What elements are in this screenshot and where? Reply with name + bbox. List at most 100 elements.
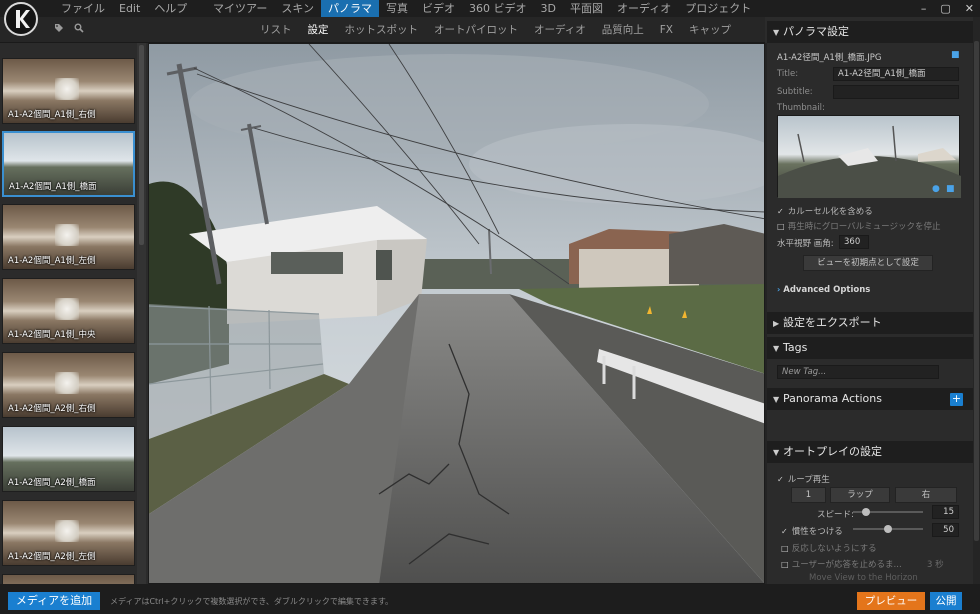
close-button[interactable]: ✕	[965, 0, 974, 17]
panorama-subtabs: リスト 設定 ホットスポット オートパイロット オーディオ 品質向上 FX キャ…	[252, 17, 739, 43]
panorama-settings-header[interactable]: ▼ パノラマ設定	[767, 21, 973, 43]
fov-input[interactable]: 360	[839, 235, 869, 249]
folder-icon[interactable]: ■	[946, 184, 955, 194]
export-settings-header[interactable]: ▶ 設定をエクスポート	[767, 312, 973, 334]
panorama-thumbnail[interactable]: A1-A2個間_A1側_右側	[2, 58, 135, 124]
search-icon[interactable]	[74, 23, 84, 33]
panorama-actions-header[interactable]: ▼ Panorama Actions	[767, 388, 973, 410]
slider-knob[interactable]	[862, 508, 871, 516]
stop-seconds-field[interactable]: 3 秒	[927, 558, 944, 570]
subtab-list[interactable]: リスト	[252, 17, 300, 43]
no-react-label: 反応しないようにする	[791, 544, 877, 554]
subtitle-input[interactable]	[833, 85, 959, 99]
move-to-horizon-label: Move View to the Horizon	[809, 573, 918, 583]
scrollbar-thumb[interactable]	[139, 45, 144, 245]
menu-edit[interactable]: Edit	[112, 0, 147, 17]
tab-audio[interactable]: オーディオ	[610, 0, 678, 17]
add-action-button[interactable]: +	[950, 393, 963, 406]
subtab-fx[interactable]: FX	[652, 17, 681, 43]
panorama-thumbnail[interactable]: A1-A2個間_A2側_右側	[2, 352, 135, 418]
hint-text: メディアはCtrl+クリックで複数選択ができ、ダブルクリックで編集できます。	[110, 597, 394, 606]
panorama-thumbnail[interactable]: A1-A2個間_A2側_橋面	[2, 426, 135, 492]
advanced-options-label: Advanced Options	[783, 285, 871, 295]
subtab-cap[interactable]: キャップ	[681, 17, 739, 43]
inertia-slider[interactable]	[853, 525, 923, 533]
menu-help[interactable]: ヘルプ	[147, 0, 194, 17]
tab-panorama[interactable]: パノラマ	[321, 0, 380, 17]
no-react-checkbox[interactable]: □ 反応しないようにする	[781, 542, 877, 554]
slider-knob[interactable]	[884, 525, 892, 533]
panorama-thumbnail[interactable]: A1-A2個間_A1側_中央	[2, 278, 135, 344]
inertia-input[interactable]: 50	[932, 523, 959, 537]
autoplay-header[interactable]: ▼ オートプレイの設定	[767, 441, 973, 463]
tab-360-video[interactable]: 360 ビデオ	[462, 0, 534, 17]
minimize-button[interactable]: –	[921, 0, 927, 17]
folder-icon[interactable]: ■	[951, 50, 960, 60]
subtab-autopilot[interactable]: オートパイロット	[426, 17, 526, 43]
tab-photo[interactable]: 写真	[379, 0, 415, 17]
thumbnail-caption: A1-A2個間_A2側_右側	[8, 404, 96, 414]
set-initial-view-button[interactable]: ビューを初期点として設定	[803, 255, 933, 271]
check-icon: ✓	[781, 527, 788, 536]
preview-button[interactable]: プレビュー	[857, 592, 925, 610]
thumbnail-scrollbar[interactable]	[137, 43, 146, 584]
panorama-thumbnail[interactable]: A1-A2個間_A1側_左側	[2, 204, 135, 270]
sub-toolbar-icons	[54, 23, 84, 33]
advanced-options-toggle[interactable]: › Advanced Options	[777, 285, 870, 295]
camera-icon[interactable]: ●	[932, 184, 940, 194]
speed-input[interactable]: 15	[932, 505, 959, 519]
sub-toolbar: リスト 設定 ホットスポット オートパイロット オーディオ 品質向上 FX キャ…	[0, 17, 765, 43]
thumbnail-caption: A1-A2個間_A1側_橋面	[9, 182, 97, 192]
panel-scrollbar[interactable]	[973, 17, 980, 584]
subtitle-label: Subtitle:	[777, 87, 813, 97]
expand-arrow-icon: ▶	[773, 319, 780, 328]
loop-count-input[interactable]: 1	[791, 487, 826, 503]
thumbnail-caption: A1-A2個間_A1側_左側	[8, 256, 96, 266]
panorama-thumbnail[interactable]: A1-A2個間_A2側_左側	[2, 500, 135, 566]
collapse-arrow-icon: ▼	[773, 448, 780, 457]
check-icon: ✓	[777, 475, 784, 484]
tab-my-tour[interactable]: マイツアー	[206, 0, 274, 17]
carousel-checkbox[interactable]: ✓ カルーセル化を含める	[777, 205, 873, 217]
direction-select[interactable]: 右	[895, 487, 957, 503]
panorama-thumbnail[interactable]	[2, 574, 135, 584]
stop-on-user-label: ユーザーが応答を止めるま...	[791, 560, 902, 570]
subtab-settings[interactable]: 設定	[300, 17, 337, 43]
thumbnail-caption: A1-A2個間_A1側_右側	[8, 110, 96, 120]
panorama-thumbnail-selected[interactable]: A1-A2個間_A1側_橋面	[2, 131, 135, 197]
new-tag-input[interactable]: New Tag...	[777, 365, 939, 379]
title-input[interactable]: A1-A2径間_A1側_橋面	[833, 67, 959, 81]
panorama-viewer[interactable]	[148, 43, 765, 584]
inertia-checkbox[interactable]: ✓ 慣性をつける	[781, 525, 843, 537]
tab-floorplan[interactable]: 平面図	[563, 0, 610, 17]
stop-music-checkbox[interactable]: □ 再生時にグローバルミュージックを停止	[777, 220, 940, 232]
subtab-audio[interactable]: オーディオ	[526, 17, 594, 43]
menu-bar: ファイル Edit ヘルプ マイツアー スキン パノラマ 写真 ビデオ 360 …	[0, 0, 980, 17]
collapse-arrow-icon: ▼	[773, 28, 780, 37]
speed-label: スピード:	[817, 510, 854, 520]
loop-checkbox[interactable]: ✓ ループ再生	[777, 473, 830, 485]
scrollbar-thumb[interactable]	[974, 41, 979, 541]
subtab-hotspots[interactable]: ホットスポット	[337, 17, 427, 43]
checkbox-empty-icon: □	[777, 222, 785, 231]
add-media-button[interactable]: メディアを追加	[8, 592, 100, 610]
panorama-scene	[149, 44, 764, 583]
tab-video[interactable]: ビデオ	[415, 0, 462, 17]
section-title: 設定をエクスポート	[783, 316, 882, 329]
thumbnail-preview[interactable]: ● ■	[777, 115, 961, 198]
app-menu: ファイル Edit ヘルプ	[54, 0, 194, 17]
tab-skin[interactable]: スキン	[274, 0, 321, 17]
subtab-enhance[interactable]: 品質向上	[594, 17, 652, 43]
tab-project[interactable]: プロジェクト	[678, 0, 758, 17]
stop-on-user-checkbox[interactable]: □ ユーザーが応答を止めるま...	[781, 558, 902, 570]
tags-header[interactable]: ▼ Tags	[767, 337, 973, 359]
maximize-button[interactable]: ▢	[940, 0, 950, 17]
publish-button[interactable]: 公開	[930, 592, 962, 610]
menu-file[interactable]: ファイル	[54, 0, 112, 17]
tab-3d[interactable]: 3D	[534, 0, 563, 17]
tag-icon[interactable]	[54, 23, 64, 33]
loop-mode-select[interactable]: ラップ	[830, 487, 890, 503]
speed-slider[interactable]	[853, 508, 923, 516]
section-title: オートプレイの設定	[783, 445, 882, 458]
stop-music-label: 再生時にグローバルミュージックを停止	[787, 222, 941, 232]
